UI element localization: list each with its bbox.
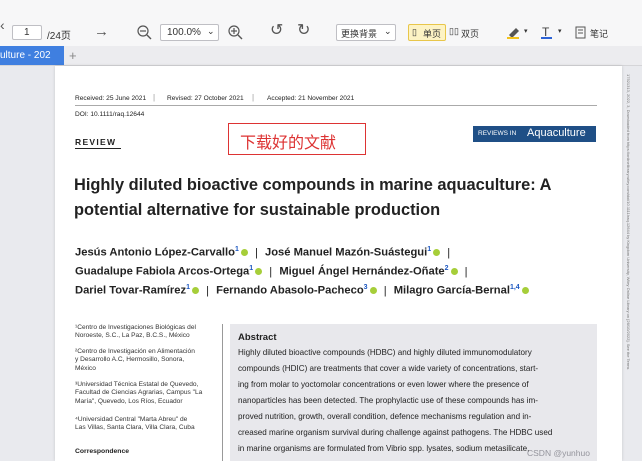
prev-page-icon[interactable]: ‹ <box>0 18 5 32</box>
single-page-icon: ▯ <box>412 27 417 37</box>
author-separator: | <box>269 265 273 278</box>
accepted-date: Accepted: 21 November 2021 <box>267 95 355 102</box>
column-divider <box>222 324 223 461</box>
background-select-value: 更换背景 <box>341 29 378 39</box>
orcid-icon[interactable] <box>369 287 377 295</box>
highlighter-icon[interactable] <box>506 25 522 40</box>
orcid-icon[interactable] <box>450 268 458 276</box>
double-page-button[interactable]: ▯▯ 双页 <box>448 24 484 41</box>
download-notice: 17521313, 2022, 3, Downloaded from https… <box>626 74 631 370</box>
next-page-arrow-icon[interactable]: → <box>94 24 109 39</box>
author-separator: | <box>447 246 451 259</box>
rotate-right-icon[interactable]: ↻ <box>297 23 310 39</box>
author-affiliation-ref: 1 <box>249 265 254 272</box>
journal-logo: REVIEWS IN Aquaculture <box>473 126 596 142</box>
author-name: Fernando Abasolo-Pacheco <box>216 284 364 297</box>
doi-link[interactable]: DOI: 10.1111/raq.12644 <box>75 111 144 118</box>
correspondence-heading: Correspondence <box>75 448 130 455</box>
author-separator: | <box>206 284 210 297</box>
zoom-in-icon[interactable] <box>228 25 243 40</box>
author-affiliation-ref: 1 <box>186 284 190 291</box>
affiliation-4: ⁴Universidad Central "Marta Abreu" de La… <box>75 416 195 432</box>
author-name: Dariel Tovar-Ramírez <box>75 284 187 297</box>
date-separator: | <box>252 93 255 102</box>
affiliation-1: ¹Centro de Investigaciones Biológicas de… <box>75 324 196 340</box>
journal-logo-name: Aquaculture <box>527 127 586 139</box>
download-sidebar-text: 17521313, 2022, 3, Downloaded from https… <box>619 70 641 461</box>
orcid-icon[interactable] <box>521 287 529 295</box>
author-affiliation-ref: 1 <box>234 246 239 253</box>
revised-date: Revised: 27 October 2021 <box>167 95 244 102</box>
abstract-line: compounds (HDIC) are treatments that cov… <box>238 364 539 373</box>
zoom-out-icon[interactable] <box>137 25 152 40</box>
chevron-down-icon[interactable]: ▾ <box>558 27 562 35</box>
page-number-value: 1 <box>24 27 30 38</box>
author-name: Guadalupe Fabiola Arcos-Ortega <box>75 265 250 278</box>
double-page-label: 双页 <box>461 29 480 39</box>
received-date: Received: 25 June 2021 <box>75 95 147 102</box>
double-page-icon: ▯▯ <box>449 26 459 36</box>
rotate-left-icon[interactable]: ↺ <box>270 23 283 39</box>
page-total: /24页 <box>47 31 71 42</box>
single-page-label: 单页 <box>423 29 442 39</box>
section-label: REVIEW <box>75 137 117 147</box>
annotation-text: 下载好的文献 <box>240 135 337 152</box>
author-name: Miguel Ángel Hernández-Oñate <box>279 265 445 278</box>
section-underline <box>75 148 121 149</box>
author-separator: | <box>254 246 258 259</box>
abstract-box: Abstract Highly diluted bioactive compou… <box>230 324 597 461</box>
orcid-icon[interactable] <box>240 249 248 257</box>
chevron-down-icon: ⌄ <box>384 26 392 36</box>
author-separator: | <box>464 265 468 278</box>
orcid-icon[interactable] <box>192 287 199 295</box>
author-line-1: Jesús Antonio López-Carvallo1 | José Man… <box>75 246 454 259</box>
notes-icon[interactable] <box>575 26 587 39</box>
single-page-button[interactable]: ▯ 单页 <box>408 24 446 41</box>
annotation-box: 下载好的文献 <box>228 123 366 155</box>
add-tab-button[interactable]: + <box>69 48 77 63</box>
zoom-select[interactable]: 100.0% ⌄ <box>160 24 219 41</box>
tab-document[interactable]: ulture - 202 <box>0 46 64 65</box>
journal-logo-prefix: REVIEWS IN <box>478 130 517 137</box>
pdf-page: Received: 25 June 2021 | Revised: 27 Oct… <box>55 66 622 461</box>
affiliation-3: ³Universidad Técnica Estatal de Quevedo,… <box>75 381 203 405</box>
author-name: Milagro García-Bernal <box>393 284 510 297</box>
page-number-input[interactable]: 1 <box>12 25 42 40</box>
author-affiliation-ref: 1 <box>427 246 432 253</box>
abstract-line: nanoparticles has been detected. The pro… <box>238 396 538 405</box>
divider <box>75 105 597 106</box>
abstract-line: creased marine organism survival during … <box>238 428 553 437</box>
toolbar: ‹ 1 /24页 → 100.0% ⌄ ↺ ↻ 更换背景 ⌄ ▯ 单页 ▯▯ 双… <box>0 0 642 47</box>
notes-label[interactable]: 笔记 <box>590 27 608 40</box>
chevron-down-icon: ⌄ <box>207 26 215 36</box>
abstract-line: proved nutrition, growth, overall condit… <box>238 412 532 421</box>
author-name: Jesús Antonio López-Carvallo <box>75 246 235 259</box>
watermark: CSDN @yunhuo <box>527 448 590 458</box>
author-affiliation-ref: 3 <box>363 284 368 291</box>
author-line-3: Dariel Tovar-Ramírez1 | Fernando Abasolo… <box>75 284 529 297</box>
author-line-2: Guadalupe Fabiola Arcos-Ortega1 | Miguel… <box>75 265 472 278</box>
author-affiliation-ref: 1,4 <box>509 284 520 291</box>
paper-title-line2: potential alternative for sustainable pr… <box>74 201 441 219</box>
chevron-down-icon[interactable]: ▾ <box>524 27 528 35</box>
zoom-value: 100.0% <box>167 27 201 38</box>
orcid-icon[interactable] <box>255 268 263 276</box>
background-select[interactable]: 更换背景 ⌄ <box>336 24 396 41</box>
abstract-line: in marine organisms are formulated from … <box>238 444 530 453</box>
author-affiliation-ref: 2 <box>444 265 449 272</box>
svg-text:T: T <box>542 25 550 39</box>
author-separator: | <box>383 284 387 297</box>
tab-document-label: ulture - 202 <box>0 50 51 61</box>
author-name: José Manuel Mazón-Suástegui <box>265 246 428 259</box>
orcid-icon[interactable] <box>433 249 441 257</box>
paper-title-line1: Highly diluted bioactive compounds in ma… <box>74 176 552 194</box>
abstract-line: Highly diluted bioactive compounds (HDBC… <box>238 348 532 357</box>
abstract-heading: Abstract <box>238 332 277 343</box>
abstract-line: ing from molar to yoctomolar concentrati… <box>238 380 529 389</box>
affiliation-2: ²Centro de Investigación en Alimentación… <box>75 348 195 372</box>
tab-bar: ulture - 202 + <box>0 46 642 66</box>
text-tool-icon[interactable]: T <box>540 25 554 40</box>
date-separator: | <box>153 93 156 102</box>
